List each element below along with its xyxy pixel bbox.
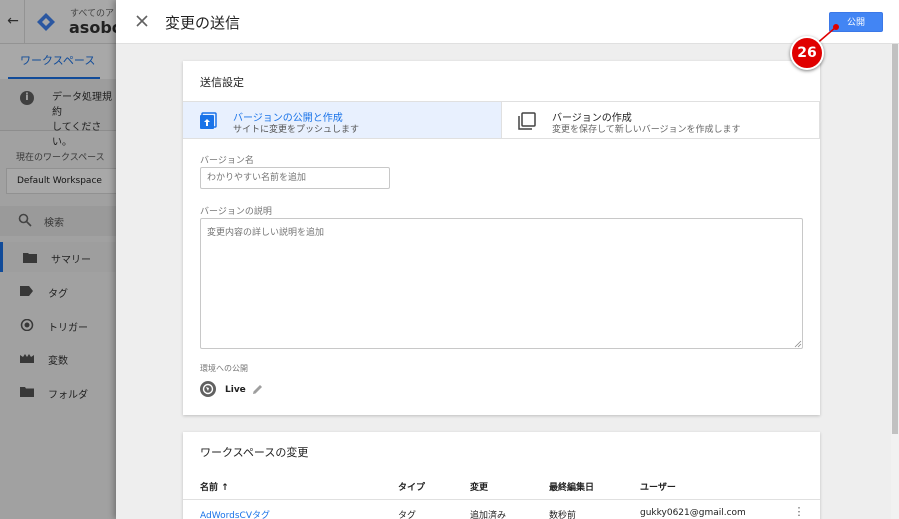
table-divider [183,499,820,500]
resize-grip-icon[interactable] [794,340,802,348]
scrollbar-thumb[interactable] [892,44,898,434]
workspace-changes-card: ワークスペースの変更 名前 ↑ タイプ 変更 最終編集日 ユーザー AdWord… [183,432,820,519]
version-description-label: バージョンの説明 [200,207,272,217]
table-cell-type: タグ [398,511,417,519]
publish-button[interactable]: 公開 [829,12,883,32]
column-header-name[interactable]: 名前 ↑ [200,480,229,493]
environment-globe-icon [200,381,216,397]
option-subtitle: 変更を保存して新しいバージョンを作成します [552,125,741,135]
table-cell-change: 追加済み [470,511,507,519]
settings-heading: 送信設定 [200,76,244,89]
publish-upload-icon [200,112,217,129]
row-more-menu-icon[interactable]: ⋮ [793,505,805,519]
close-icon[interactable] [132,11,152,31]
environment-name: Live [225,385,246,395]
environment-publish-label: 環境への公開 [200,364,248,373]
callout-step-badge: 26 [790,36,824,70]
panel-title: 変更の送信 [165,14,241,32]
pencil-edit-icon[interactable] [252,384,263,395]
column-header-type: タイプ [398,483,426,493]
option-create-version[interactable]: バージョンの作成 変更を保存して新しいバージョンを作成します [501,101,820,139]
scrollbar[interactable] [891,44,899,519]
column-header-change: 変更 [470,483,489,493]
changes-heading: ワークスペースの変更 [200,446,309,459]
copy-version-icon [518,112,536,130]
version-description-input[interactable] [200,218,803,349]
version-name-label: バージョン名 [200,156,254,166]
submit-changes-panel: 変更の送信 公開 送信設定 バージョンの公開と作成 サイトに変更をプッシュします… [116,0,899,519]
option-publish-and-create-version[interactable]: バージョンの公開と作成 サイトに変更をプッシュします [183,101,501,139]
panel-toolbar: 変更の送信 公開 [116,0,899,44]
table-cell-last-edited: 数秒前 [549,511,577,519]
submission-settings-card: 送信設定 バージョンの公開と作成 サイトに変更をプッシュします バージョンの作成… [183,61,820,415]
table-cell-user: gukky0621@gmail.com [640,508,746,518]
column-header-last-edited: 最終編集日 [549,483,595,493]
table-cell-name-link[interactable]: AdWordsCVタグ [200,508,270,519]
version-name-input[interactable] [200,167,390,189]
column-header-user: ユーザー [640,483,676,493]
option-subtitle: サイトに変更をプッシュします [233,125,360,135]
